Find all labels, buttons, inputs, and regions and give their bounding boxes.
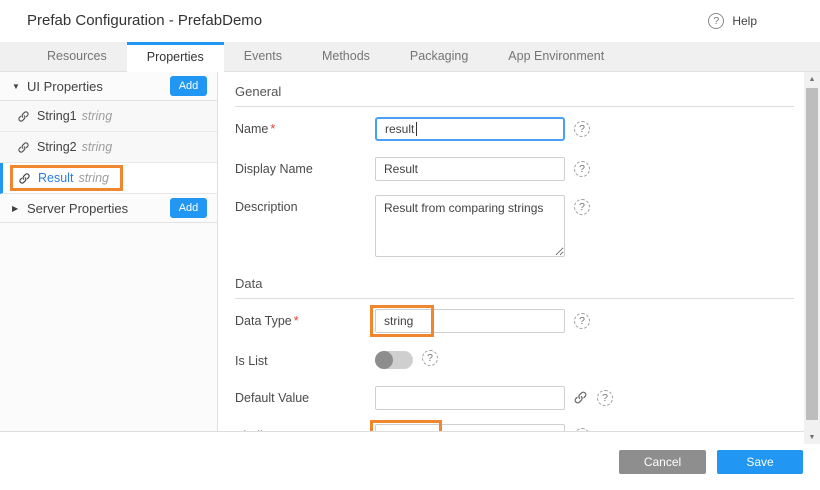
default-value-input[interactable] [375,386,565,410]
expand-arrow-icon: ▶ [12,204,27,213]
is-list-toggle[interactable] [375,351,413,369]
scrollbar-thumb[interactable] [806,88,818,420]
property-name: String1 [37,109,77,123]
field-label: Binding Type [235,424,375,431]
field-help-icon[interactable]: ? [574,313,590,329]
properties-sidebar: ▼ UI Properties Add String1 string Strin… [0,72,218,431]
property-name: String2 [37,140,77,154]
group-label: Server Properties [27,201,128,216]
field-help-icon[interactable]: ? [574,199,590,215]
required-marker: * [294,314,299,328]
name-input[interactable] [375,117,565,141]
property-name: Result [38,171,73,185]
required-marker: * [270,122,275,136]
form-row-is-list: Is List ? [235,349,794,369]
text-caret [416,122,417,136]
sidebar-group-ui-properties[interactable]: ▼ UI Properties Add [0,72,217,101]
cancel-button[interactable]: Cancel [619,450,706,474]
sidebar-item-string1[interactable]: String1 string [0,101,217,132]
binding-type-select[interactable]: out-bound ▼ [375,424,565,431]
toggle-knob [375,351,393,369]
section-title-data: Data [235,272,794,299]
property-type: string [78,171,109,185]
dialog-title: Prefab Configuration - PrefabDemo [27,12,262,29]
tab-resources[interactable]: Resources [27,42,127,71]
form-row-display-name: Display Name ? [235,157,794,181]
field-label: Default Value [235,386,375,405]
field-label: Description [235,195,375,214]
form-row-description: Description Result from comparing string… [235,195,794,262]
vertical-scrollbar[interactable]: ▲ ▼ [804,72,820,444]
tab-bar: Resources Properties Events Methods Pack… [0,42,820,72]
property-form: General Name* ? Display Name ? Descripti… [219,72,804,431]
field-help-icon[interactable]: ? [574,121,590,137]
dialog-footer: Cancel Save [0,431,820,490]
form-row-data-type: Data Type* ? [235,309,794,333]
property-type: string [82,140,113,154]
scrollbar-up-icon[interactable]: ▲ [804,72,820,86]
sidebar-group-server-properties[interactable]: ▶ Server Properties Add [0,194,217,223]
field-help-icon[interactable]: ? [422,350,438,366]
title-bar: Prefab Configuration - PrefabDemo ? Help [0,0,820,42]
sidebar-item-result[interactable]: Result string [0,163,217,194]
data-type-input[interactable] [375,309,565,333]
form-row-default-value: Default Value ? [235,386,794,410]
link-icon [18,172,31,185]
tab-events[interactable]: Events [224,42,302,71]
field-label: Name* [235,117,375,136]
field-help-icon[interactable]: ? [574,161,590,177]
scrollbar-down-icon[interactable]: ▼ [804,430,820,444]
add-ui-property-button[interactable]: Add [170,76,207,96]
save-button[interactable]: Save [717,450,803,474]
section-title-general: General [235,80,794,107]
tab-packaging[interactable]: Packaging [390,42,488,71]
tab-methods[interactable]: Methods [302,42,390,71]
link-icon [17,141,30,154]
tab-app-environment[interactable]: App Environment [488,42,624,71]
form-row-binding-type: Binding Type out-bound ▼ ? [235,424,794,431]
help-button[interactable]: ? Help [708,13,757,29]
description-textarea[interactable]: Result from comparing strings [375,195,565,257]
highlight-annotation-box: Result string [10,165,123,191]
help-icon: ? [708,13,724,29]
property-type: string [82,109,113,123]
bind-link-icon[interactable] [573,390,588,405]
display-name-input[interactable] [375,157,565,181]
group-label: UI Properties [27,79,103,94]
field-label: Display Name [235,157,375,176]
collapse-arrow-icon: ▼ [12,82,27,91]
tab-properties[interactable]: Properties [127,42,224,72]
field-label: Is List [235,349,375,368]
field-help-icon[interactable]: ? [597,390,613,406]
help-label: Help [732,14,757,28]
field-label: Data Type* [235,309,375,328]
sidebar-item-string2[interactable]: String2 string [0,132,217,163]
add-server-property-button[interactable]: Add [170,198,207,218]
form-row-name: Name* ? [235,117,794,141]
link-icon [17,110,30,123]
